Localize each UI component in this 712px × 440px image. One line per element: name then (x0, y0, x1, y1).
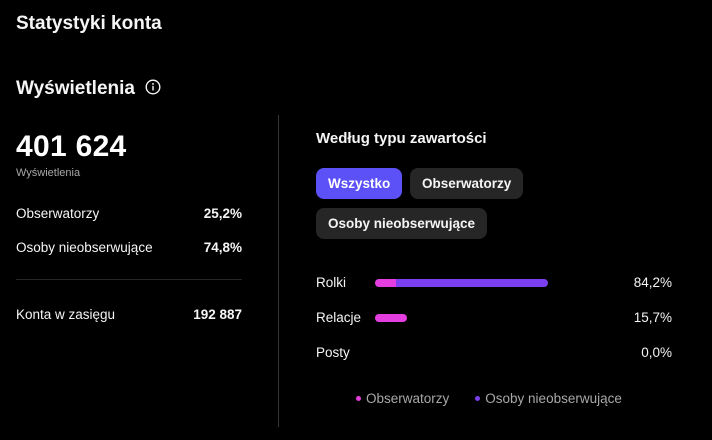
content-bar (375, 279, 548, 287)
content-row-posts: Posty 0,0% (316, 345, 672, 363)
nonfollowers-stat-label: Osoby nieobserwujące (16, 240, 153, 255)
content-row-percent: 0,0% (641, 345, 672, 360)
content-bar-track (375, 279, 580, 287)
content-bar-track (375, 349, 580, 357)
content-row-label: Relacje (316, 310, 362, 325)
content-row-label: Rolki (316, 275, 347, 290)
reach-stat-row: Konta w zasięgu 192 887 (16, 307, 242, 322)
legend: Obserwatorzy Osoby nieobserwujące (356, 391, 622, 406)
followers-stat-row: Obserwatorzy 25,2% (16, 206, 242, 221)
nonfollowers-stat-row: Osoby nieobserwujące 74,8% (16, 240, 242, 255)
bar-segment-followers (375, 279, 396, 287)
followers-stat-value: 25,2% (203, 206, 242, 221)
content-row-percent: 84,2% (633, 275, 672, 290)
views-section-label: Wyświetlenia (16, 78, 135, 99)
reach-stat-value: 192 887 (193, 307, 242, 322)
page-title: Statystyki konta (16, 13, 162, 34)
bar-segment-nonfollowers (396, 279, 548, 287)
followers-stat-label: Obserwatorzy (16, 206, 100, 221)
legend-dot-nonfollowers (475, 396, 481, 401)
reach-stat-label: Konta w zasięgu (16, 307, 116, 322)
bar-segment-followers (375, 314, 407, 322)
legend-label-followers: Obserwatorzy (366, 391, 450, 406)
legend-label-nonfollowers: Osoby nieobserwujące (485, 391, 622, 406)
nonfollowers-stat-value: 74,8% (203, 240, 242, 255)
content-row-percent: 15,7% (633, 310, 672, 325)
left-divider (16, 279, 242, 280)
views-total: 401 624 (16, 130, 127, 163)
filter-nonfollowers-button[interactable]: Osoby nieobserwujące (316, 208, 488, 239)
vertical-divider (278, 115, 279, 427)
content-type-title: Według typu zawartości (316, 130, 487, 147)
legend-item-nonfollowers: Osoby nieobserwujące (475, 391, 622, 406)
filter-followers-button[interactable]: Obserwatorzy (410, 168, 524, 199)
content-bar-track (375, 314, 580, 322)
content-row-reels: Rolki 84,2% (316, 275, 672, 293)
content-row-stories: Relacje 15,7% (316, 310, 672, 328)
content-bar (375, 314, 407, 322)
content-row-label: Posty (316, 345, 350, 360)
views-total-label: Wyświetlenia (16, 167, 81, 179)
filter-all-button[interactable]: Wszystko (316, 168, 403, 199)
legend-item-followers: Obserwatorzy (356, 391, 449, 406)
legend-dot-followers (356, 396, 361, 401)
info-icon[interactable] (145, 79, 161, 95)
views-section-title: Wyświetlenia (16, 78, 161, 100)
